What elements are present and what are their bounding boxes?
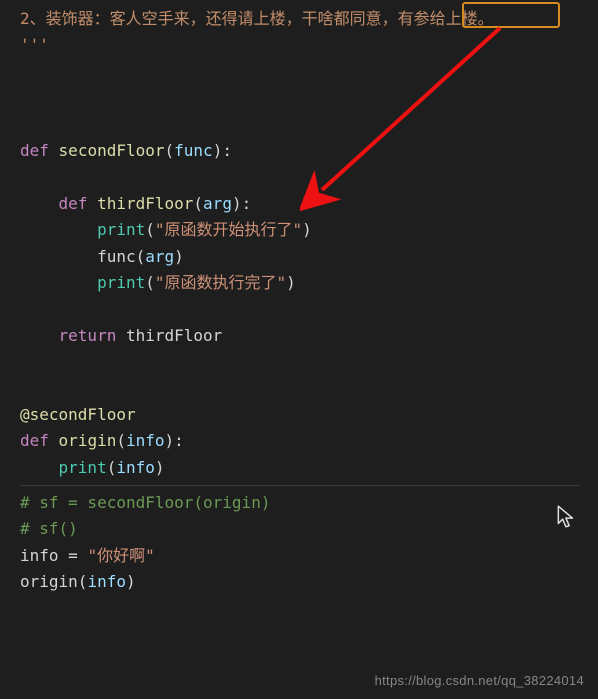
func-thirdFloor: thirdFloor [97,194,193,213]
paren-close: ) [155,458,165,477]
paren-open: ( [165,141,175,160]
paren-open: ( [193,194,203,213]
call-func: func [97,247,136,266]
call-origin: origin [20,572,78,591]
colon: : [242,194,252,213]
return-thirdFloor: thirdFloor [126,326,222,345]
param-info: info [126,431,165,450]
decorator: @secondFloor [20,405,136,424]
builtin-print: print [97,220,145,239]
param-func: func [174,141,213,160]
colon: : [222,141,232,160]
builtin-print: print [97,273,145,292]
paren-open: ( [78,572,88,591]
paren-close: ) [232,194,242,213]
code-editor: 2、装饰器：客人空手来，还得请上楼，干啥都同意，有参给上楼。 ''' def s… [0,0,598,606]
comment-sf1: # sf = secondFloor(origin) [20,493,270,512]
watermark: https://blog.csdn.net/qq_38224014 [375,670,584,691]
paren-close: ) [165,431,175,450]
docstring-end: ''' [20,35,49,54]
code-block-2: # sf = secondFloor(origin) # sf() info =… [20,490,588,596]
paren-open: ( [116,431,126,450]
paren-close: ) [126,572,136,591]
keyword-def: def [20,431,49,450]
keyword-def: def [59,194,88,213]
separator [20,485,580,486]
string-hello: "你好啊" [87,546,154,565]
paren-open: ( [107,458,117,477]
paren-close: ) [174,247,184,266]
string-done-exec: "原函数执行完了" [155,273,286,292]
paren-open: ( [145,220,155,239]
comment-sf2: # sf() [20,519,78,538]
paren-close: ) [302,220,312,239]
keyword-return: return [59,326,117,345]
paren-open: ( [145,273,155,292]
func-origin: origin [59,431,117,450]
paren-close: ) [286,273,296,292]
func-secondFloor: secondFloor [59,141,165,160]
string-start-exec: "原函数开始执行了" [155,220,302,239]
paren-close: ) [213,141,223,160]
assign-eq: = [59,546,88,565]
builtin-print: print [59,458,107,477]
param-arg: arg [203,194,232,213]
colon: : [174,431,184,450]
code-block: 2、装饰器：客人空手来，还得请上楼，干啥都同意，有参给上楼。 ''' def s… [20,6,588,481]
paren-open: ( [136,247,146,266]
ident-info: info [20,546,59,565]
arg-pass: arg [145,247,174,266]
keyword-def: def [20,141,49,160]
arg-info: info [116,458,155,477]
arg-info-2: info [87,572,126,591]
comment-line-1: 2、装饰器：客人空手来，还得请上楼，干啥都同意，有参给上楼。 [20,9,494,28]
